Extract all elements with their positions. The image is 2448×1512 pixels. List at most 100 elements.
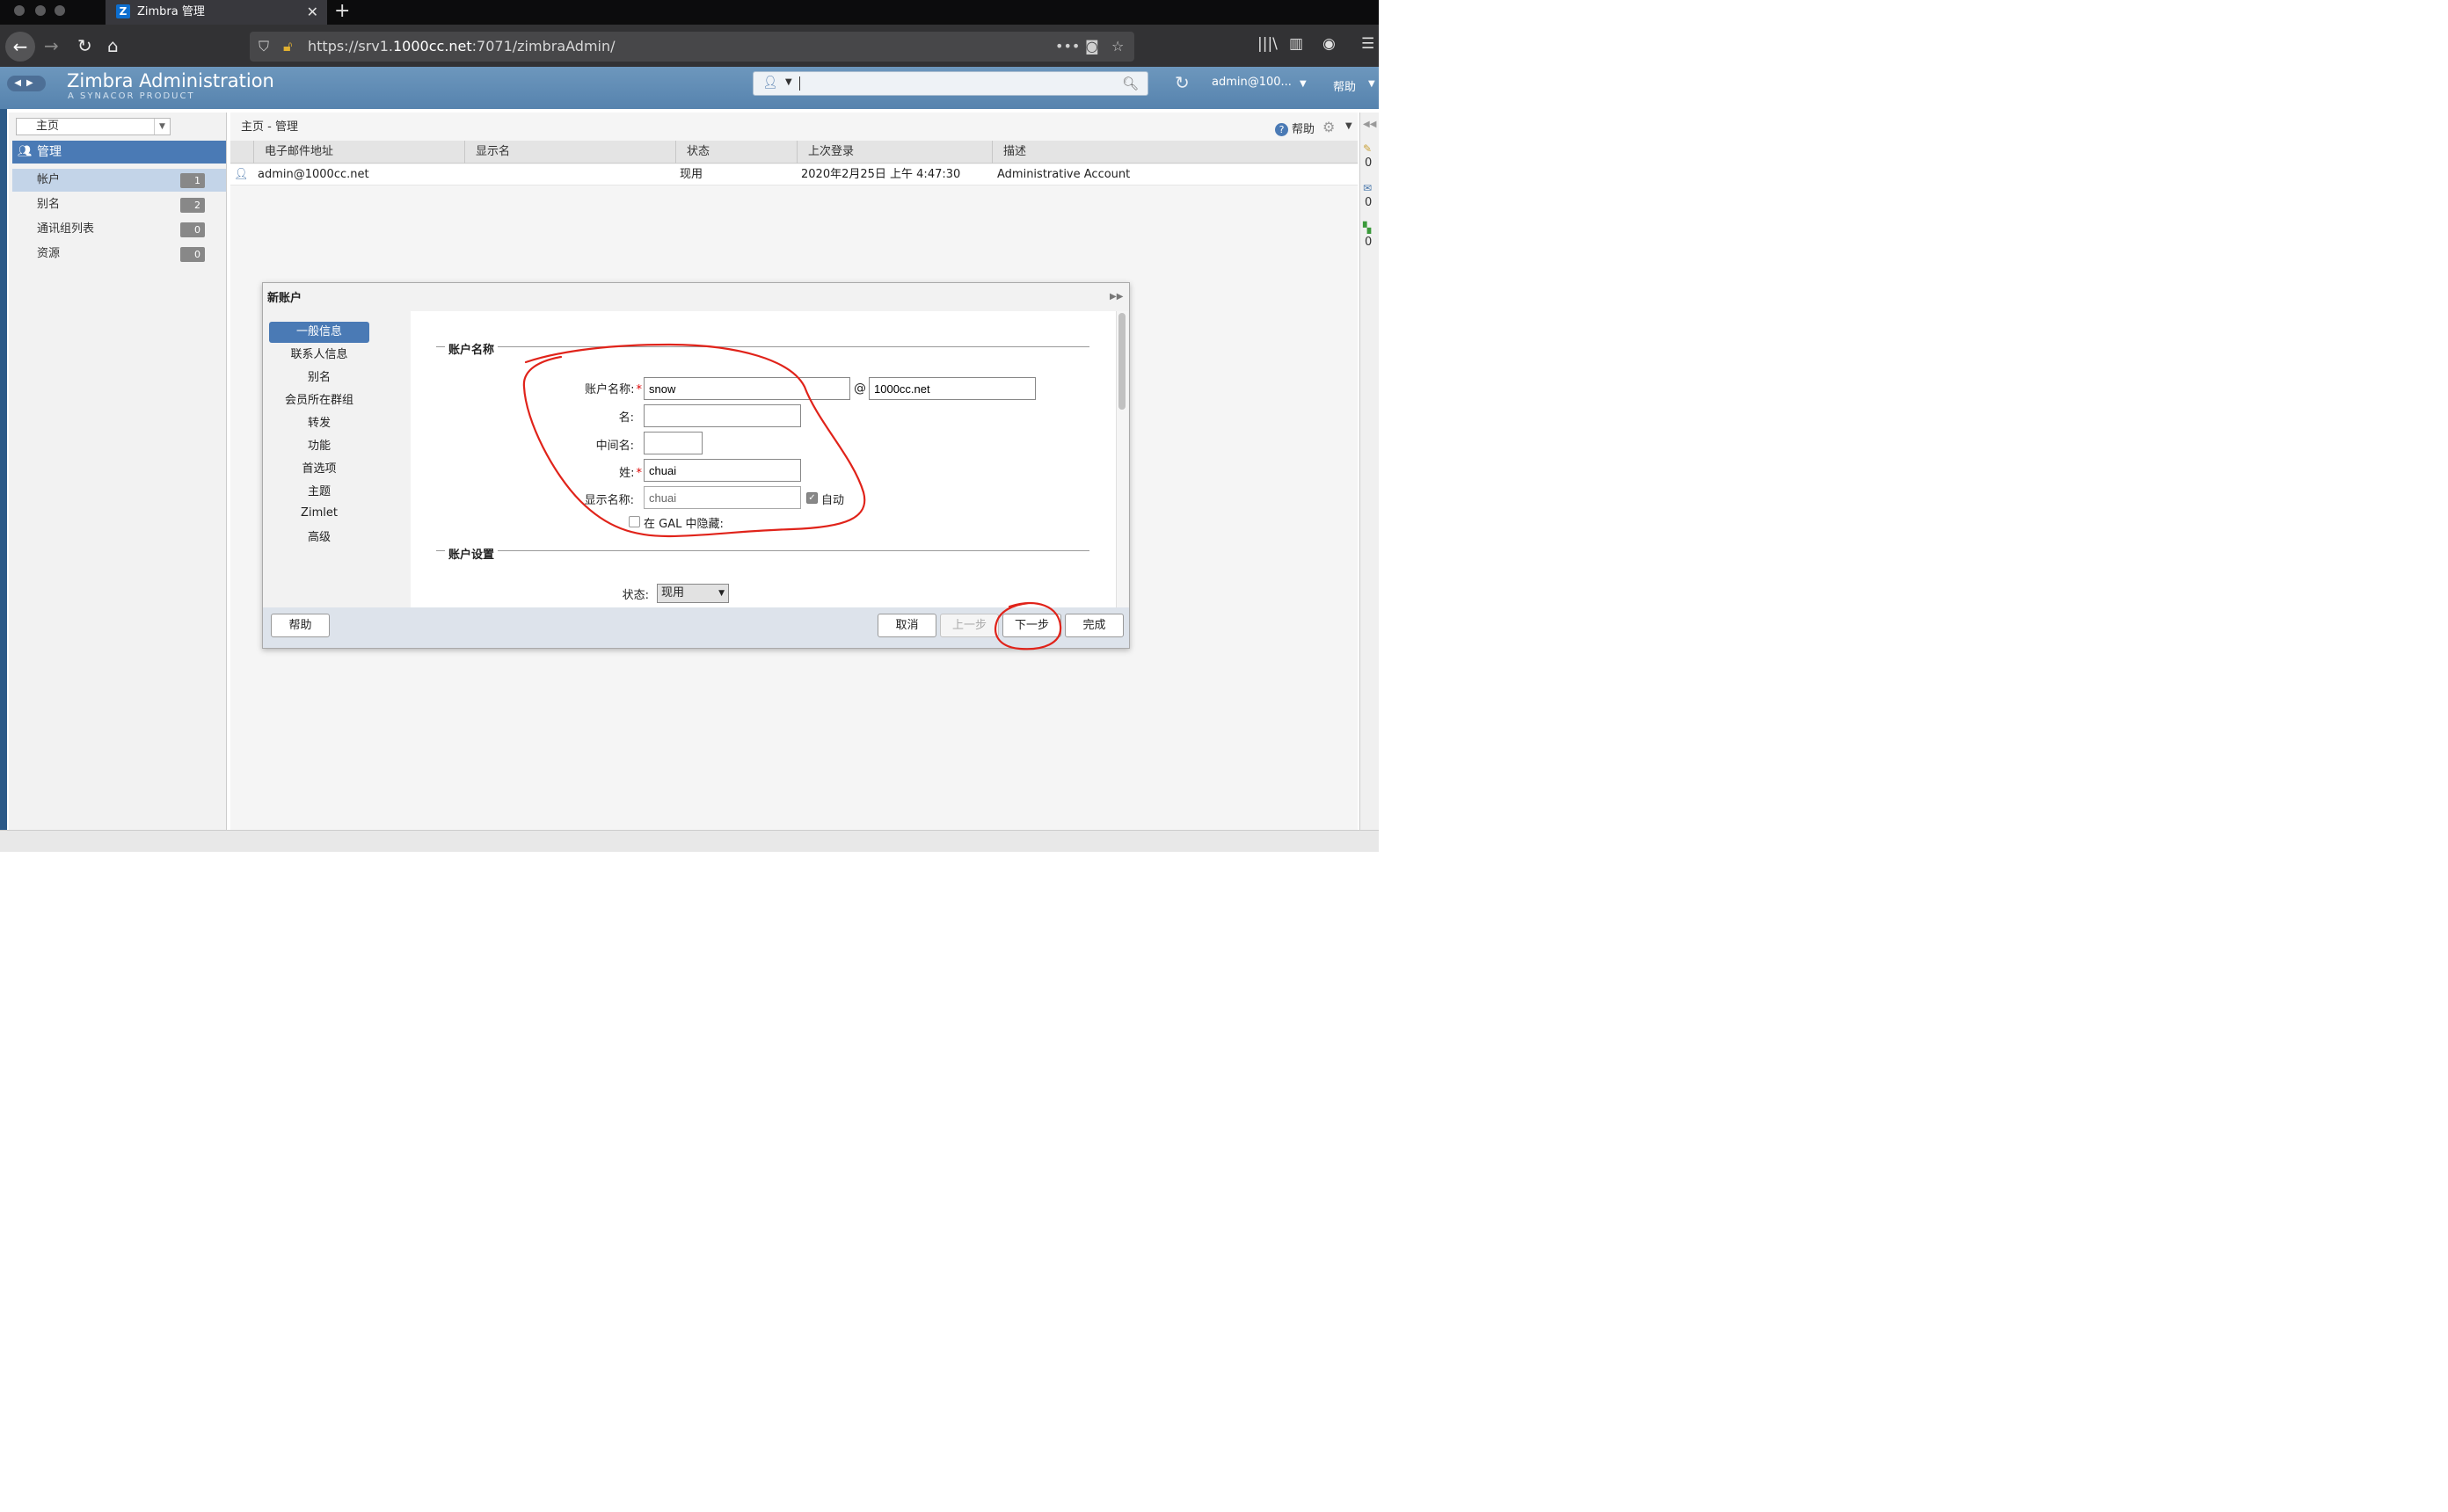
nav-general-info[interactable]: 一般信息	[269, 322, 369, 343]
help-circle-icon: ?	[1275, 123, 1288, 136]
last-name-input[interactable]	[644, 459, 801, 482]
search-type-dropdown-icon[interactable]: ▼	[785, 77, 792, 87]
sidebar-item-aliases[interactable]: 别名 2	[12, 193, 226, 216]
column-header-status[interactable]: 状态	[675, 141, 797, 164]
nav-forwarding[interactable]: 转发	[269, 413, 369, 434]
window-close-dot[interactable]	[14, 5, 25, 16]
sidebar-item-label: 通讯组列表	[37, 222, 95, 236]
app-logo: Zimbra Administration	[67, 70, 274, 91]
home-selector[interactable]: 主页 ▼	[16, 118, 171, 135]
domain-input[interactable]	[869, 377, 1036, 400]
refresh-icon[interactable]: ↻	[1175, 72, 1190, 93]
url-bar[interactable]: ⛉ 🔓︎ https://srv1.1000cc.net:7071/zimbra…	[250, 32, 1134, 62]
label-text: 账户名称:	[585, 383, 635, 396]
rail-collapse-icon[interactable]: ◀◀	[1363, 120, 1376, 129]
column-header-email[interactable]: 电子邮件地址	[253, 141, 464, 164]
sidebar-toggle-icon[interactable]: ▥	[1289, 35, 1303, 53]
new-tab-icon[interactable]: +	[334, 0, 350, 23]
column-header-display-name[interactable]: 显示名	[464, 141, 675, 164]
account-name-input[interactable]	[644, 377, 850, 400]
reload-icon[interactable]: ↻	[77, 25, 92, 67]
pocket-icon[interactable]: ◙	[1085, 32, 1099, 62]
sidebar-item-accounts[interactable]: 帐户 1	[12, 169, 226, 192]
gear-icon[interactable]: ⚙	[1322, 119, 1335, 135]
account-icon[interactable]: ◉	[1322, 35, 1336, 53]
cancel-button[interactable]: 取消	[878, 614, 936, 637]
tab-close-icon[interactable]: ✕	[307, 0, 318, 25]
search-icon[interactable]: 🔍︎	[1122, 76, 1139, 91]
label-status: 状态:	[622, 589, 649, 602]
nav-zimlets[interactable]: Zimlet	[269, 503, 369, 524]
user-menu[interactable]: admin@100...	[1212, 76, 1292, 89]
home-icon[interactable]: ⌂	[107, 25, 119, 67]
user-menu-dropdown-icon[interactable]: ▼	[1300, 79, 1307, 89]
app-sublogo: A SYNACOR PRODUCT	[68, 91, 195, 101]
forward-arrow-icon[interactable]: →	[44, 25, 59, 67]
column-header-description[interactable]: 描述	[992, 141, 1358, 164]
browser-tab[interactable]: Z Zimbra 管理 ✕	[106, 0, 327, 25]
sidebar-item-resources[interactable]: 资源 0	[12, 243, 226, 265]
dialog-expand-icon[interactable]: ▶▶	[1110, 292, 1123, 302]
url-prefix: https://srv1.	[308, 38, 393, 55]
nav-features[interactable]: 功能	[269, 436, 369, 457]
content-help-button[interactable]: ? 帮助	[1275, 120, 1315, 136]
page-actions-icon[interactable]: •••	[1055, 32, 1080, 62]
rail-count: 0	[1365, 236, 1373, 249]
status-icon[interactable]: ▚	[1363, 222, 1371, 234]
hide-in-gal-label: 在 GAL 中隐藏:	[644, 518, 724, 531]
tab-title: Zimbra 管理	[137, 5, 205, 18]
nav-member-of[interactable]: 会员所在群组	[269, 390, 369, 411]
back-arrow-icon[interactable]: ←	[5, 32, 35, 62]
insecure-lock-icon[interactable]: 🔓︎	[283, 32, 292, 62]
url-host: 1000cc.net	[393, 38, 472, 55]
nav-contact-info[interactable]: 联系人信息	[269, 345, 369, 366]
menu-icon[interactable]: ☰	[1361, 35, 1374, 53]
home-dropdown-icon[interactable]: ▼	[154, 119, 170, 134]
dialog-scroll-thumb[interactable]	[1118, 313, 1126, 410]
account-user-icon: 👤︎	[234, 168, 249, 181]
search-box[interactable]: 👤︎ ▼ 🔍︎	[753, 71, 1148, 96]
dialog-title: 新账户	[267, 292, 302, 305]
notes-icon[interactable]: ✎	[1363, 142, 1372, 155]
shield-icon[interactable]: ⛉	[259, 32, 269, 62]
table-row[interactable]: 👤︎ admin@1000cc.net 现用 2020年2月25日 上午 4:4…	[230, 164, 1358, 185]
nav-aliases[interactable]: 别名	[269, 367, 369, 389]
rail-count: 0	[1365, 196, 1373, 209]
breadcrumb: 主页 - 管理	[241, 120, 298, 134]
help-dropdown-icon[interactable]: ▼	[1368, 79, 1375, 89]
label-last-name: 姓: *	[619, 467, 642, 480]
history-arrows-icon[interactable]: ◀▶	[7, 76, 46, 91]
column-header-last-login[interactable]: 上次登录	[797, 141, 992, 164]
first-name-input[interactable]	[644, 404, 801, 427]
nav-themes[interactable]: 主题	[269, 482, 369, 503]
zimbra-favicon-icon: Z	[116, 4, 130, 18]
auto-display-name-checkbox[interactable]: ✓	[806, 492, 818, 504]
hide-in-gal-checkbox[interactable]	[629, 516, 640, 527]
url-suffix: :7071/zimbraAdmin/	[471, 38, 616, 55]
help-button[interactable]: 帮助	[271, 614, 330, 637]
library-icon[interactable]: |||\	[1257, 35, 1278, 53]
user-search-type-icon[interactable]: 👤︎	[762, 76, 778, 90]
search-input-caret[interactable]	[799, 76, 800, 91]
gear-dropdown-icon[interactable]: ▼	[1345, 121, 1352, 131]
nav-advanced[interactable]: 高级	[269, 527, 369, 549]
tasks-icon[interactable]: ✉	[1363, 182, 1372, 194]
sidebar-section-manage[interactable]: 👥︎ 管理	[12, 141, 226, 164]
status-select[interactable]: 现用 ▼	[657, 584, 729, 603]
cell-description: Administrative Account	[997, 168, 1131, 181]
sidebar-item-distribution-lists[interactable]: 通讯组列表 0	[12, 218, 226, 241]
finish-button[interactable]: 完成	[1065, 614, 1124, 637]
dialog-footer	[263, 607, 1129, 648]
nav-preferences[interactable]: 首选项	[269, 459, 369, 480]
window-minimize-dot[interactable]	[35, 5, 46, 16]
cell-last-login: 2020年2月25日 上午 4:47:30	[801, 168, 961, 181]
previous-button[interactable]: 上一步	[940, 614, 999, 637]
middle-name-input[interactable]	[644, 432, 703, 454]
bookmark-star-icon[interactable]: ☆	[1111, 32, 1124, 62]
sidebar-item-count: 1	[180, 173, 205, 188]
display-name-input[interactable]	[644, 486, 801, 509]
header-help-link[interactable]: 帮助	[1333, 77, 1356, 94]
next-button[interactable]: 下一步	[1002, 614, 1061, 637]
window-zoom-dot[interactable]	[55, 5, 65, 16]
label-middle-name: 中间名:	[595, 440, 634, 453]
